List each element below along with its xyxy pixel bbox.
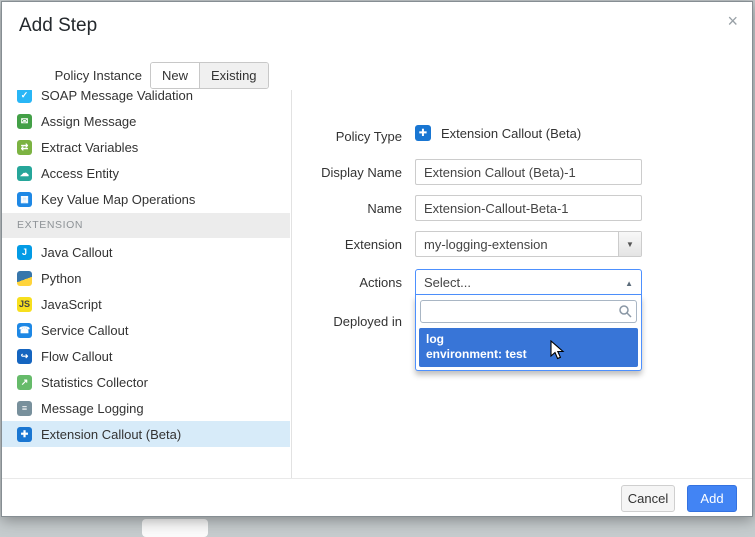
sidebar-item-label: Access Entity [41,166,119,181]
sidebar-item-service-callout[interactable]: ☎ Service Callout [2,317,290,343]
actions-dropdown: log environment: test [415,295,642,371]
sidebar-item-label: JavaScript [41,297,102,312]
policy-instance-label: Policy Instance [40,68,142,83]
modal-title: Add Step [19,15,97,37]
close-icon[interactable]: × [727,12,738,30]
sidebar-item-label: Java Callout [41,245,113,260]
sidebar-item-label: Service Callout [41,323,128,338]
soap-validation-icon: ✓ [17,90,32,103]
key-value-map-icon: ▦ [17,192,32,207]
actions-label: Actions [297,275,402,290]
actions-select[interactable]: Select... ▲ [415,269,642,295]
extension-callout-icon: ✚ [17,427,32,442]
policy-type-value-row: ✚ Extension Callout (Beta) [415,125,581,141]
sidebar-item-key-value-map-operations[interactable]: ▦ Key Value Map Operations [2,186,290,212]
sidebar-item-flow-callout[interactable]: ↪ Flow Callout [2,343,290,369]
sidebar-item-label: Python [41,271,81,286]
search-input[interactable] [420,300,637,323]
policy-list: ✓ SOAP Message Validation ✉ Assign Messa… [2,90,290,478]
actions-option-log[interactable]: log environment: test [419,328,638,367]
policy-type-value: Extension Callout (Beta) [441,126,581,141]
option-subtitle: environment: test [426,347,631,362]
access-entity-icon: ☁ [17,166,32,181]
javascript-icon: JS [17,297,32,312]
sidebar-item-statistics-collector[interactable]: ↗ Statistics Collector [2,369,290,395]
service-callout-icon: ☎ [17,323,32,338]
display-name-input[interactable] [415,159,642,185]
background-page-element [142,519,208,537]
extension-section-header: EXTENSION [2,213,290,238]
sidebar-divider [291,90,292,478]
existing-button[interactable]: Existing [199,63,268,88]
sidebar-item-python[interactable]: Python [2,265,290,291]
sidebar-item-label: Message Logging [41,401,144,416]
message-logging-icon: ≡ [17,401,32,416]
sidebar-item-label: Key Value Map Operations [41,192,195,207]
sidebar-item-access-entity[interactable]: ☁ Access Entity [2,160,290,186]
sidebar-item-assign-message[interactable]: ✉ Assign Message [2,108,290,134]
actions-select-value: Select... [424,275,471,290]
extract-variables-icon: ⇄ [17,140,32,155]
add-step-modal: Add Step × Policy Instance New Existing … [1,1,753,517]
extension-label: Extension [297,237,402,252]
sidebar-item-label: Assign Message [41,114,136,129]
policy-instance-toggle: New Existing [150,62,269,89]
sidebar-item-label: Extract Variables [41,140,138,155]
chevron-down-icon[interactable]: ▼ [618,232,641,256]
sidebar-item-javascript[interactable]: JS JavaScript [2,291,290,317]
sidebar-item-extension-callout-beta[interactable]: ✚ Extension Callout (Beta) [2,421,290,447]
deployed-in-label: Deployed in [297,314,402,329]
name-label: Name [297,201,402,216]
sidebar-item-label: Statistics Collector [41,375,148,390]
statistics-collector-icon: ↗ [17,375,32,390]
chevron-up-icon: ▲ [625,279,633,288]
sidebar-item-java-callout[interactable]: J Java Callout [2,239,290,265]
sidebar-item-label: SOAP Message Validation [41,90,193,103]
actions-search [420,300,637,323]
sidebar-item-extract-variables[interactable]: ⇄ Extract Variables [2,134,290,160]
extension-select-value: my-logging-extension [424,237,548,252]
python-icon [17,271,32,286]
sidebar-item-soap-message-validation[interactable]: ✓ SOAP Message Validation [2,90,290,108]
option-title: log [426,332,631,347]
extension-select[interactable]: my-logging-extension ▼ [415,231,642,257]
sidebar-item-label: Extension Callout (Beta) [41,427,181,442]
assign-message-icon: ✉ [17,114,32,129]
flow-callout-icon: ↪ [17,349,32,364]
policy-type-label: Policy Type [297,129,402,144]
sidebar-item-label: Flow Callout [41,349,113,364]
cancel-button[interactable]: Cancel [621,485,675,512]
java-callout-icon: J [17,245,32,260]
display-name-label: Display Name [297,165,402,180]
new-button[interactable]: New [151,63,199,88]
name-input[interactable] [415,195,642,221]
search-icon [618,304,632,323]
extension-policy-icon: ✚ [415,125,431,141]
add-button[interactable]: Add [687,485,737,512]
sidebar-item-message-logging[interactable]: ≡ Message Logging [2,395,290,421]
footer-divider [2,478,752,479]
